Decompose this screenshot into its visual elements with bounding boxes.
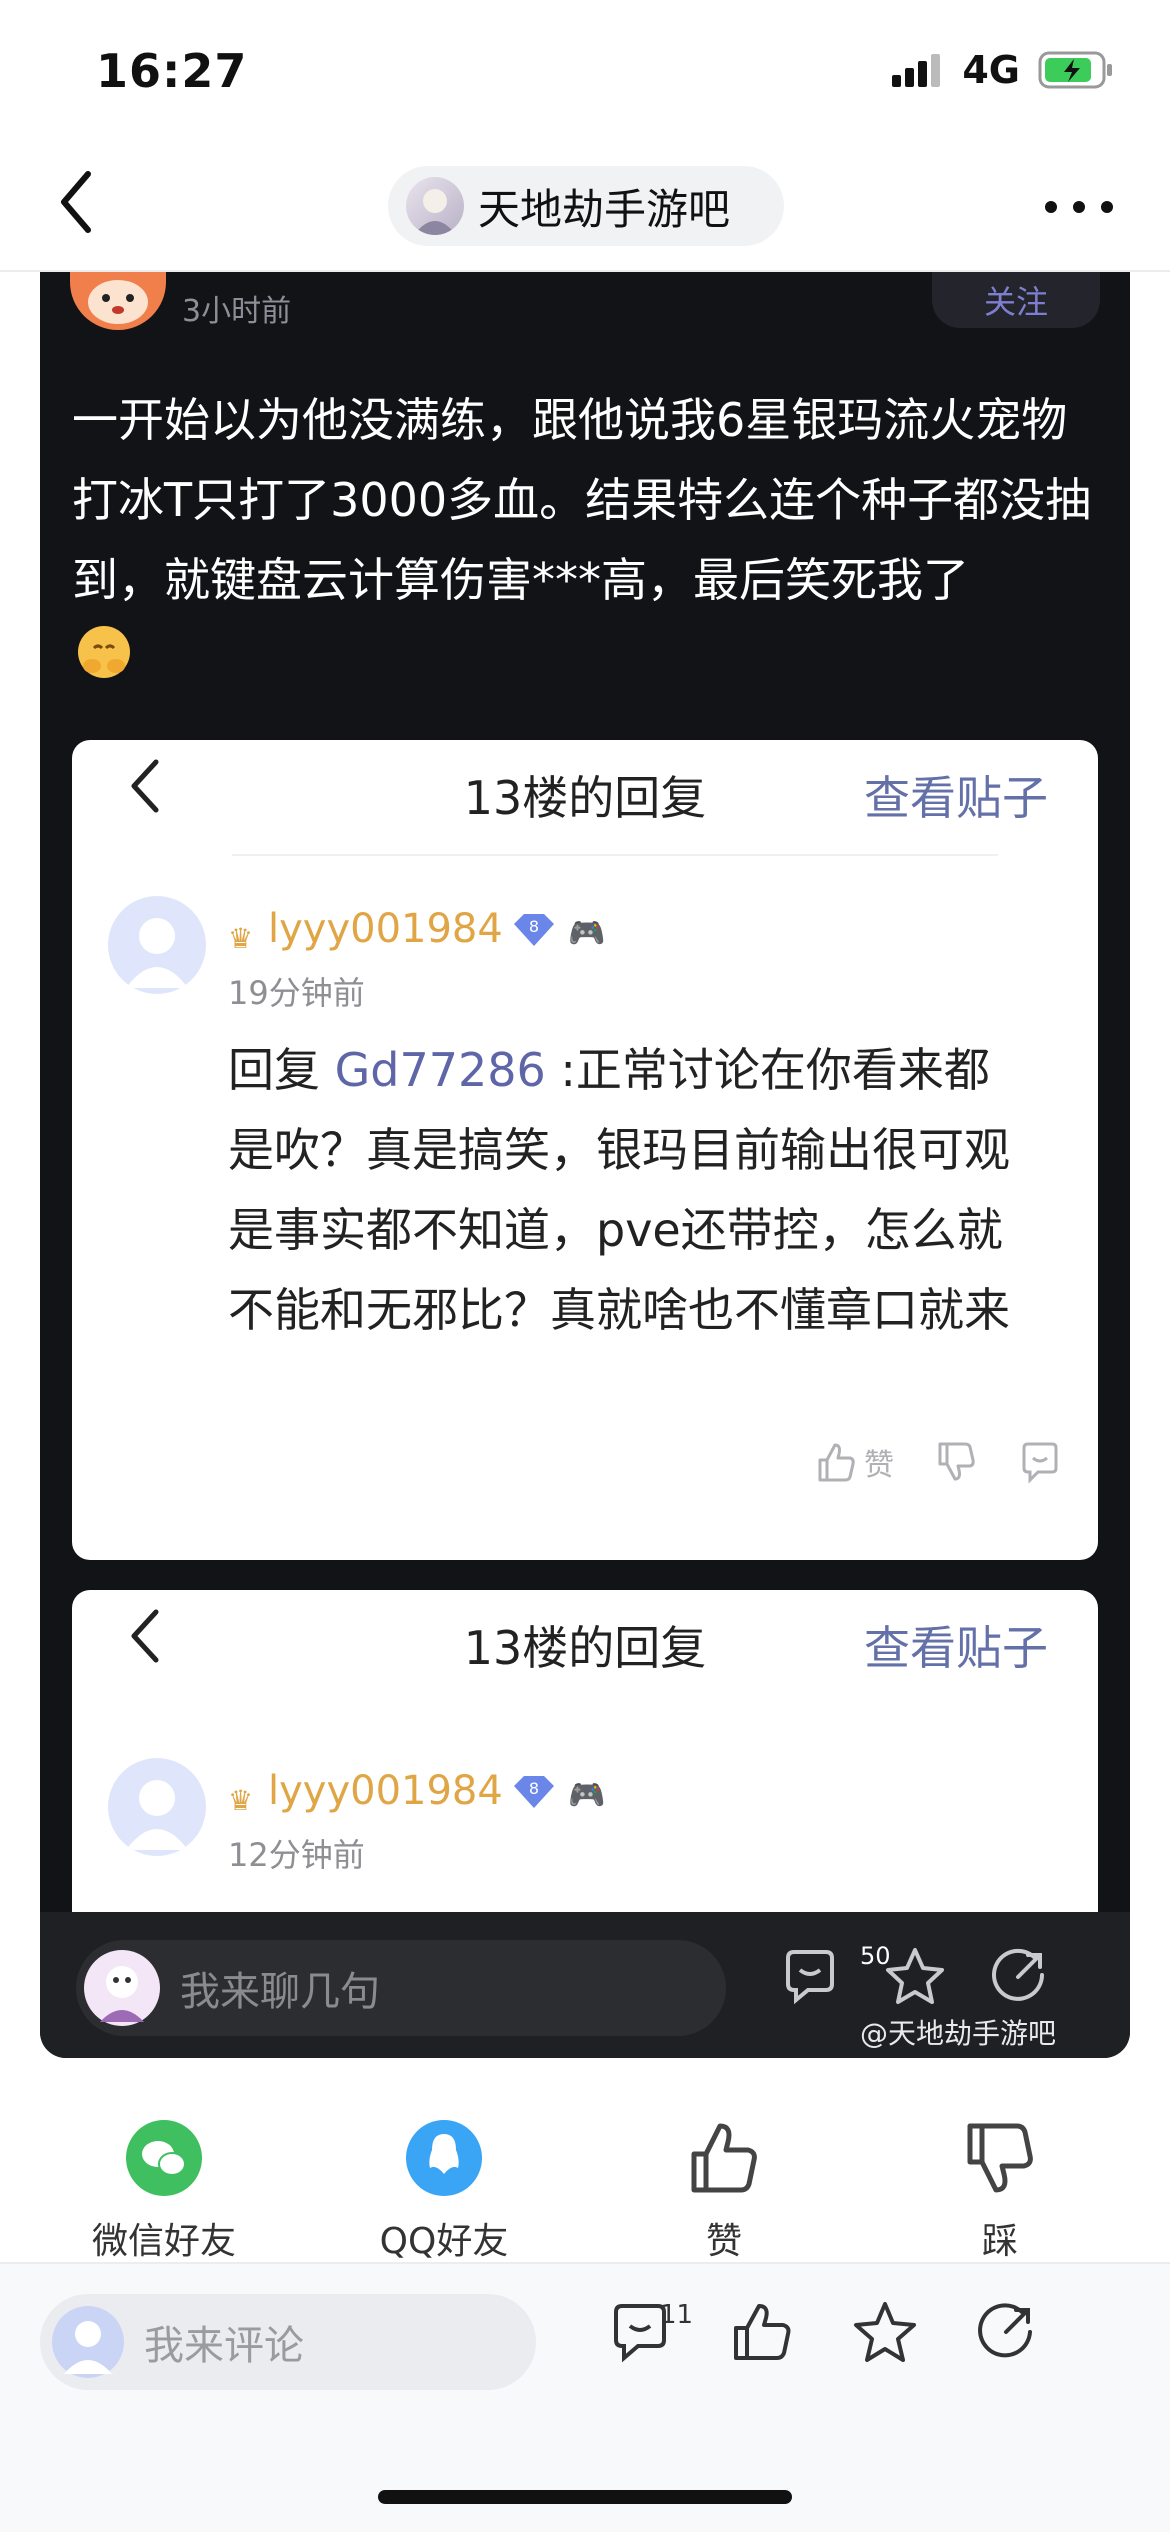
gamepad-icon: 🎮 bbox=[568, 1778, 606, 1813]
share-icon[interactable] bbox=[990, 1947, 1048, 2005]
view-post-link[interactable]: 查看贴子 bbox=[864, 762, 1048, 828]
level-badge: 8 bbox=[510, 910, 558, 950]
dark-input-placeholder: 我来聊几句 bbox=[180, 1969, 380, 2015]
dark-comment-input[interactable]: 我来聊几句 bbox=[76, 1940, 726, 2036]
status-time: 16:27 bbox=[96, 44, 248, 98]
share-wechat-button[interactable]: 微信好友 bbox=[74, 2120, 254, 2264]
chevron-left-icon bbox=[61, 171, 91, 233]
level-badge: 8 bbox=[510, 1772, 558, 1812]
dark-bar-icons bbox=[780, 1946, 1048, 2006]
reply-like-label: 赞 bbox=[864, 1448, 894, 1483]
thumb-up-icon bbox=[818, 1443, 855, 1482]
replier-avatar bbox=[108, 1758, 206, 1856]
reply-time: 19分钟前 bbox=[228, 974, 365, 1012]
forum-avatar bbox=[406, 177, 464, 235]
post-body: 一开始以为他没满练，跟他说我6星银玛流火宠物打冰T只打了3000多血。结果特么连… bbox=[72, 393, 1092, 607]
home-indicator[interactable] bbox=[378, 2490, 792, 2504]
forum-title-pill[interactable]: 天地劫手游吧 bbox=[388, 166, 784, 246]
replier-username[interactable]: lyyy001984 bbox=[268, 1768, 503, 1814]
back-button[interactable] bbox=[56, 170, 96, 234]
forum-title: 天地劫手游吧 bbox=[478, 184, 731, 234]
comment-input-placeholder: 我来评论 bbox=[144, 2323, 304, 2369]
reply-time: 12分钟前 bbox=[228, 1836, 365, 1874]
status-icons: 4G bbox=[892, 48, 1114, 92]
comment-icon[interactable] bbox=[780, 1946, 840, 2006]
reply-card: 13楼的回复 查看贴子 ♛ lyyy001984 8 🎮 19分钟前 回复 Gd… bbox=[72, 740, 1098, 1560]
hug-emoji-icon bbox=[78, 626, 130, 678]
post-time: 3小时前 bbox=[182, 294, 292, 329]
network-type: 4G bbox=[962, 48, 1020, 92]
qq-icon bbox=[406, 2120, 482, 2196]
share-wechat-label: 微信好友 bbox=[91, 2221, 236, 2262]
more-icon bbox=[1045, 201, 1113, 213]
comment-input[interactable]: 我来评论 bbox=[40, 2294, 536, 2390]
follow-button[interactable]: 关注 bbox=[932, 272, 1100, 328]
thumb-down-icon[interactable] bbox=[934, 1440, 978, 1484]
replier-avatar bbox=[108, 896, 206, 994]
replier-username[interactable]: lyyy001984 bbox=[268, 906, 503, 952]
more-button[interactable] bbox=[1044, 200, 1114, 214]
reply-actions: 赞 bbox=[814, 1440, 1062, 1484]
share-qq-label: QQ好友 bbox=[379, 2221, 509, 2262]
mention-link[interactable]: Gd77286 bbox=[335, 1043, 546, 1097]
card-divider bbox=[232, 854, 998, 856]
comment-icon[interactable] bbox=[1018, 1440, 1062, 1484]
dislike-label: 踩 bbox=[981, 2221, 1018, 2262]
watermark: @天地劫手游吧 bbox=[860, 2017, 1057, 2050]
share-qq-button[interactable]: QQ好友 bbox=[354, 2120, 534, 2264]
reply-like-button[interactable]: 赞 bbox=[814, 1440, 894, 1484]
dislike-button[interactable]: 踩 bbox=[910, 2120, 1090, 2264]
like-label: 赞 bbox=[705, 2221, 742, 2262]
like-button[interactable]: 赞 bbox=[634, 2120, 814, 2264]
battery-icon bbox=[1038, 51, 1112, 89]
level-badge-number: 8 bbox=[529, 917, 539, 936]
bottom-comment-count: 11 bbox=[660, 2300, 694, 2330]
crown-icon: ♛ bbox=[228, 1784, 254, 1817]
thumb-down-icon bbox=[967, 2123, 1033, 2193]
level-badge-number: 8 bbox=[529, 1779, 539, 1798]
reply-body: 回复 Gd77286 :正常讨论在你看来都是吹？真是搞笑，银玛目前输出很可观是事… bbox=[228, 1030, 1028, 1350]
author-avatar bbox=[70, 272, 166, 330]
reply-prefix: 回复 bbox=[228, 1043, 335, 1097]
thumb-up-icon bbox=[691, 2123, 757, 2193]
crown-icon: ♛ bbox=[228, 922, 254, 955]
thumb-up-icon[interactable] bbox=[730, 2300, 794, 2364]
share-icon[interactable] bbox=[976, 2302, 1036, 2362]
signal-icon bbox=[892, 54, 941, 87]
dark-comment-count: 50 bbox=[860, 1942, 891, 1970]
star-icon[interactable] bbox=[884, 1946, 946, 2006]
user-avatar bbox=[52, 2306, 124, 2378]
user-avatar bbox=[84, 1950, 160, 2026]
star-icon[interactable] bbox=[852, 2300, 918, 2364]
wechat-icon bbox=[126, 2120, 202, 2196]
gamepad-icon: 🎮 bbox=[568, 916, 606, 951]
view-post-link[interactable]: 查看贴子 bbox=[864, 1612, 1048, 1678]
shared-post-screenshot: 3小时前 关注 一开始以为他没满练，跟他说我6星银玛流火宠物打冰T只打了3000… bbox=[40, 272, 1130, 2058]
